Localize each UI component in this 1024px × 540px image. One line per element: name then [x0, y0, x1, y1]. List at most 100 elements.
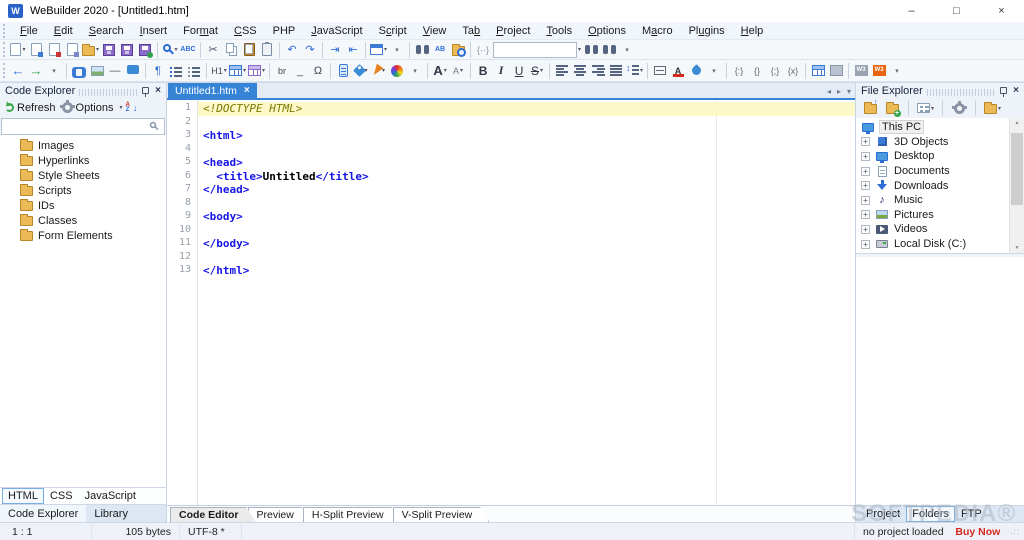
code-line[interactable]: </html> [198, 264, 855, 278]
code-explorer-search[interactable] [1, 118, 165, 135]
panel-tab[interactable]: Folders [906, 506, 955, 522]
menu-item[interactable]: Macro [634, 25, 681, 37]
validate-overflow-button[interactable]: ▾ [888, 62, 906, 80]
menu-item[interactable]: JavaScript [303, 25, 370, 37]
tree-item-local-disk-c[interactable]: + Local Disk (C:) [856, 237, 1024, 252]
expand-icon[interactable]: + [861, 239, 870, 249]
format-overflow-button[interactable]: ▾ [705, 62, 723, 80]
scrollbar-thumb[interactable] [1011, 133, 1023, 205]
strikethrough-button[interactable]: S ▾ [528, 62, 546, 80]
toggle-panels-button[interactable]: ▾ [369, 41, 388, 59]
open-file-button[interactable]: ▾ [81, 41, 100, 59]
menu-item[interactable]: Tools [538, 25, 580, 37]
tree-item-software-d[interactable]: + Software (D:) [856, 251, 1024, 254]
expand-icon[interactable]: + [861, 210, 870, 220]
menu-item[interactable]: Insert [132, 25, 176, 37]
expand-icon[interactable]: + [861, 224, 870, 234]
clipboard-viewer-button[interactable] [258, 41, 276, 59]
insert-unordered-list-button[interactable] [167, 62, 185, 80]
code-line[interactable]: <html> [198, 129, 855, 143]
tree-item[interactable]: Form Elements [0, 228, 166, 243]
align-center-button[interactable] [571, 62, 589, 80]
tree-item[interactable]: Scripts [0, 183, 166, 198]
insert-line-break-button[interactable]: br [273, 62, 291, 80]
menu-item[interactable]: CSS [226, 25, 265, 37]
insert-nbsp-button[interactable]: _ [291, 62, 309, 80]
menu-item[interactable]: Tab [454, 25, 488, 37]
tree-item-downloads[interactable]: + Downloads [856, 178, 1024, 193]
save-all-button[interactable] [118, 41, 136, 59]
toolbar-overflow-button[interactable]: ▾ [388, 41, 406, 59]
insert-paragraph-button[interactable]: ¶ [149, 62, 167, 80]
parent-folder-button[interactable] [861, 99, 879, 117]
chevron-down-icon[interactable]: ▾ [119, 104, 122, 111]
tab-scroll-right-icon[interactable]: ▸ [837, 87, 841, 96]
panel-drag-texture[interactable] [79, 88, 139, 96]
find-in-files-button[interactable] [413, 41, 431, 59]
resize-grip[interactable]: .:: [1010, 527, 1020, 536]
code-line[interactable]: <head> [198, 156, 855, 170]
explore-folder-button[interactable] [449, 41, 467, 59]
menu-item[interactable]: Help [733, 25, 772, 37]
view-tab[interactable]: V-Split Preview [393, 507, 490, 522]
navigate-back-button[interactable]: ← [9, 62, 27, 80]
search-overflow-button[interactable]: ▾ [618, 41, 636, 59]
language-tab[interactable]: HTML [2, 488, 44, 504]
insert-horizontal-rule-button[interactable]: — [106, 62, 124, 80]
refresh-button[interactable]: Refresh [17, 102, 56, 114]
replace-in-files-button[interactable]: AB [431, 41, 449, 59]
expand-icon[interactable]: + [861, 181, 870, 191]
line-spacing-button[interactable]: ▾ [625, 62, 644, 80]
expand-icon[interactable]: + [861, 195, 870, 205]
code-line[interactable] [198, 143, 855, 157]
gear-icon[interactable] [61, 100, 73, 113]
code-line[interactable]: <!DOCTYPE HTML> [198, 102, 855, 116]
new-pdf-document-button[interactable] [45, 41, 63, 59]
code-line[interactable] [198, 224, 855, 238]
tree-item[interactable]: Classes [0, 213, 166, 228]
font-size-button[interactable]: A ▾ [449, 62, 467, 80]
file-list-area[interactable] [856, 257, 1024, 505]
code-line[interactable]: </head> [198, 183, 855, 197]
font-color-button[interactable] [669, 62, 687, 80]
tree-item[interactable]: Hyperlinks [0, 153, 166, 168]
find-previous-button[interactable] [600, 41, 618, 59]
expand-icon[interactable]: + [861, 137, 870, 147]
navigate-overflow-button[interactable]: ▾ [45, 62, 63, 80]
scroll-up-icon[interactable]: ▲ [1015, 120, 1020, 126]
menu-item[interactable]: Search [81, 25, 132, 37]
code-line[interactable] [198, 197, 855, 211]
explorer-settings-button[interactable] [950, 99, 968, 117]
menu-item[interactable]: Edit [46, 25, 81, 37]
fill-color-button[interactable] [687, 62, 705, 80]
menu-item[interactable]: Options [580, 25, 634, 37]
code-line[interactable]: <title>Untitled</title> [198, 170, 855, 184]
format-painter-button[interactable]: ▾ [370, 62, 388, 80]
code-editor[interactable]: <!DOCTYPE HTML> <html> <head> <title>Untit… [198, 100, 855, 505]
favorite-folders-button[interactable]: ▾ [983, 99, 1002, 117]
menu-item[interactable]: PHP [265, 25, 304, 37]
code-line[interactable] [198, 116, 855, 130]
menu-item[interactable]: Project [488, 25, 538, 37]
align-justify-button[interactable] [607, 62, 625, 80]
menu-item[interactable]: Format [175, 25, 226, 37]
document-tab[interactable]: Untitled1.htm × [168, 83, 257, 98]
quick-find-combo[interactable]: ▾ [492, 41, 582, 59]
insert-script-button[interactable] [334, 62, 352, 80]
color-picker-button[interactable] [388, 62, 406, 80]
view-mode-button[interactable]: ▾ [916, 99, 935, 117]
panel-drag-texture[interactable] [926, 88, 997, 96]
tree-item-pictures[interactable]: + Pictures [856, 208, 1024, 223]
tree-item-desktop[interactable]: + Desktop [856, 149, 1024, 164]
view-tab[interactable]: Code Editor [170, 507, 256, 522]
new-folder-button[interactable] [883, 99, 901, 117]
tab-scroll-left-icon[interactable]: ◂ [827, 87, 831, 96]
pin-icon[interactable] [142, 87, 150, 97]
pin-icon[interactable] [1000, 87, 1008, 97]
tab-list-icon[interactable]: ▾ [847, 87, 851, 96]
find-next-button[interactable] [582, 41, 600, 59]
panel-close-icon[interactable]: × [155, 85, 161, 96]
insert-form-button[interactable]: ▾ [247, 62, 266, 80]
buy-now-link[interactable]: Buy Now [955, 526, 1010, 538]
options-button[interactable]: Options [76, 102, 114, 114]
